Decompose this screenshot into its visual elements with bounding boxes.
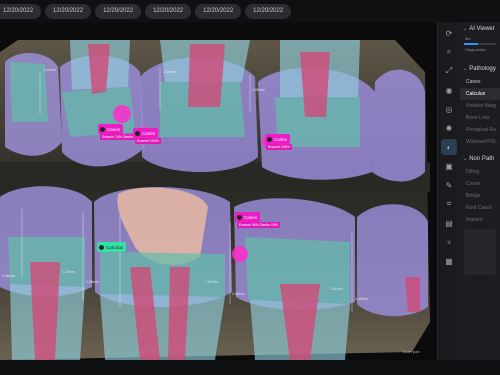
upper-pulp-3 [188,44,225,107]
visibility-icon[interactable]: ◎ [441,101,457,117]
date-tab[interactable]: 12/20/2022 [245,3,292,19]
lower-pulp-1 [30,262,60,360]
ruler-icon[interactable]: ▤ [441,215,457,231]
lower-dentin-2 [100,252,225,297]
caries-tag-2-detail: Enamel 100% [135,138,161,144]
measurement-label: 1.10mm [62,270,75,274]
image-adjust-icon[interactable]: ▣ [441,158,457,174]
upper-tooth-5 [372,69,425,182]
date-tab-bar: 12/20/2022 12/20/2022 12/20/2022 12/20/2… [0,0,500,22]
upper-pulp-4 [300,52,330,117]
panel-empty-box [464,229,496,275]
caries-tag-3-detail: Enamel 100% [266,144,292,150]
date-tab[interactable]: 12/20/2022 [45,3,92,19]
pathology-item-bone-loss[interactable]: Bone Loss [460,112,500,124]
measurement-label: 1.08mm [2,274,15,278]
contrast-icon[interactable]: ◐ [441,139,457,155]
pathology-item-caries[interactable]: Caries [460,76,500,88]
tag-icon [100,126,105,132]
findings-panel: ⌄ AI Viewer Mo Diagnostics ⌄ Pathology C… [460,22,500,360]
grid-icon[interactable]: ▦ [441,253,457,269]
caries-tag-4[interactable]: Caries [235,212,261,222]
ai-dental-viewer-app: 12/20/2022 12/20/2022 12/20/2022 12/20/2… [0,0,500,375]
measurement-label: 1.85mm [252,88,265,92]
pathology-item-calculus[interactable]: Calculus [460,88,500,100]
caries-spot-1[interactable] [113,105,131,123]
tag-icon [99,244,104,250]
pathology-item-periapical[interactable]: Periapical Ra [460,124,500,136]
tag-icon [135,130,140,136]
bottom-bar [0,360,500,375]
non-pathology-item-root-canal[interactable]: Root Canal [460,202,500,214]
date-tab[interactable]: 12/20/2022 [195,3,242,19]
measurement-label: 1.49mm [355,297,368,301]
caries-tag-4-detail: Enamel 96% Dentin 18% [237,222,280,228]
date-tab[interactable]: 12/20/2022 [145,3,192,19]
caries-tag-3[interactable]: Caries [265,134,291,144]
chevron-down-icon: ⌄ [463,26,468,32]
non-pathology-header[interactable]: ⌄ Non Path [460,152,500,166]
measurement-label: 1.36mm [232,292,245,296]
viewer-toolbar: ⟳ ⌕ ⤢ ◉ ◎ ✺ ◐ ▣ ✎ ⌗ ▤ ♆ ▦ [438,22,460,360]
chevron-down-icon: ⌄ [463,156,468,162]
fit-screen-icon[interactable]: ⤢ [441,63,457,79]
measurement-label: 1.41mm [330,287,343,291]
date-tab[interactable]: 12/20/2022 [95,3,142,19]
brightness-icon[interactable]: ✺ [441,120,457,136]
non-pathology-item-bridge[interactable]: Bridge [460,190,500,202]
pathology-item-notable-margin[interactable]: Notable Marg [460,100,500,112]
pathology-item-widened-pdl[interactable]: Widened PDL [460,136,500,148]
bitewing-xray-image [0,40,430,360]
crop-icon[interactable]: ⌗ [441,196,457,212]
ai-viewer-subtitle: Mo [465,36,471,41]
opacity-slider[interactable] [464,43,496,45]
pathology-header[interactable]: ⌄ Pathology [460,62,500,76]
date-tab[interactable]: 12/20/2022 [0,3,42,19]
measurement-label: 2.45mm [163,70,176,74]
chevron-down-icon: ⌄ [463,66,468,72]
slider-fill [464,43,479,45]
xray-viewer[interactable]: Caries Enamel 74% Dentin 27% Caries Enam… [0,22,438,360]
ai-viewer-header[interactable]: ⌄ AI Viewer [460,22,500,36]
caries-tag-2[interactable]: Caries [133,128,159,138]
ai-viewer-caption: Diagnostics [465,47,486,52]
non-pathology-item-crown[interactable]: Crown [460,178,500,190]
tag-icon [267,136,272,142]
non-pathology-item-filling[interactable]: Filling [460,166,500,178]
non-pathology-item-implant[interactable]: Implant [460,214,500,226]
zoom-icon[interactable]: ⌕ [441,44,457,60]
calculus-tag[interactable]: Calculus [97,242,127,252]
pen-icon[interactable]: ✎ [441,177,457,193]
tooth-icon[interactable]: ♆ [441,234,457,250]
viewer-footer-label: Tooth part [402,349,420,354]
measurement-label: 1.67mm [205,280,218,284]
eye-icon[interactable]: ◉ [441,82,457,98]
tag-icon [237,214,242,220]
caries-tag-1[interactable]: Caries [98,124,124,134]
refresh-icon[interactable]: ⟳ [441,25,457,41]
measurement-label: 1.39mm [86,280,99,284]
lower-root-2 [100,294,225,360]
caries-spot-4[interactable] [232,246,248,262]
measurement-label: 2.44mm [43,68,56,72]
